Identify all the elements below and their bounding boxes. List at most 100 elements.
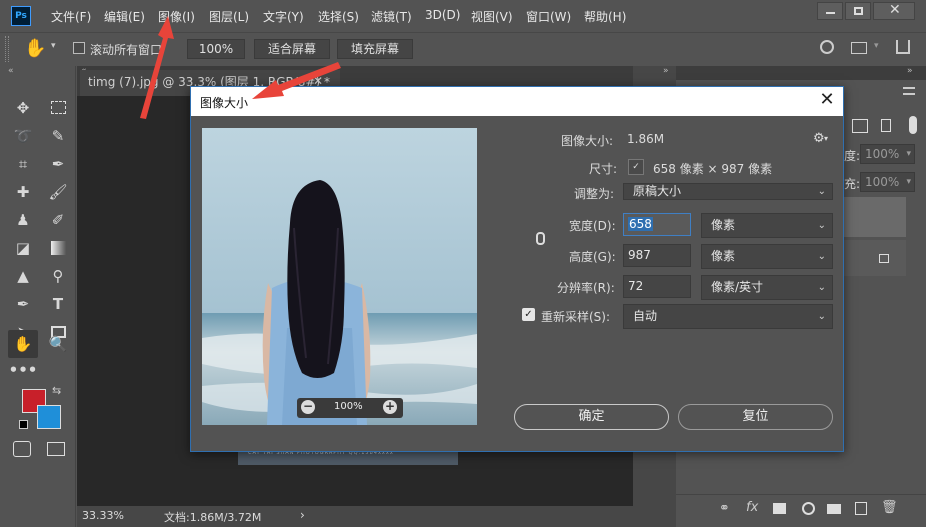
fx-icon[interactable]: fx <box>746 500 758 515</box>
photoshop-logo-icon[interactable]: Ps <box>11 6 31 26</box>
lock-artboard-icon[interactable] <box>881 119 891 132</box>
height-unit-dropdown[interactable]: 像素 ⌄ <box>701 244 833 269</box>
collapse-panels-icon[interactable]: » <box>907 66 913 76</box>
fit-to-dropdown[interactable]: 原稿大小 ⌄ <box>623 183 833 200</box>
zoom-percent-field[interactable]: 100% <box>187 39 245 59</box>
status-bar <box>77 506 633 527</box>
resolution-unit-dropdown[interactable]: 像素/英寸 ⌄ <box>701 275 833 300</box>
menu-help[interactable]: 帮助(H) <box>584 8 626 25</box>
image-size-value: 1.86M <box>627 132 665 146</box>
lock-all-icon[interactable] <box>909 116 917 134</box>
status-menu-arrow-icon[interactable]: › <box>300 508 305 522</box>
add-mask-icon[interactable] <box>773 503 786 514</box>
layer-row-background[interactable] <box>843 240 906 276</box>
restore-button[interactable] <box>845 2 871 20</box>
status-zoom[interactable]: 33.33% <box>82 509 124 522</box>
image-preview[interactable]: − 100% + <box>202 128 477 425</box>
marquee-tool-icon[interactable] <box>43 94 73 122</box>
dialog-title: 图像大小 <box>200 96 249 110</box>
link-layers-icon[interactable]: ⚭ <box>719 501 730 516</box>
menu-3d[interactable]: 3D(D) <box>425 8 460 22</box>
height-value: 987 <box>628 248 651 262</box>
height-input[interactable]: 987 <box>623 244 691 267</box>
zoom-out-icon[interactable]: − <box>301 400 315 414</box>
zoom-tool-icon[interactable]: 🔍 <box>43 330 73 358</box>
reset-button[interactable]: 复位 <box>678 404 833 430</box>
default-colors-icon[interactable] <box>19 420 28 429</box>
quick-select-tool-icon[interactable]: ✎ <box>43 122 73 150</box>
search-icon[interactable] <box>820 40 834 54</box>
dodge-tool-icon[interactable]: ⚲ <box>43 262 73 290</box>
dialog-close-icon[interactable]: ✕ <box>819 91 835 109</box>
swap-colors-icon[interactable]: ⇆ <box>52 384 61 397</box>
menu-layer[interactable]: 图层(L) <box>209 8 249 25</box>
menu-file[interactable]: 文件(F) <box>51 8 91 25</box>
healing-brush-tool-icon[interactable]: ✚ <box>8 178 38 206</box>
image-size-label: 图像大小: <box>561 134 614 148</box>
collapse-tools-icon[interactable]: « <box>8 66 14 76</box>
more-tools-icon[interactable]: ••• <box>8 356 38 384</box>
menu-filter[interactable]: 滤镜(T) <box>371 8 412 25</box>
clone-stamp-tool-icon[interactable]: ♟ <box>8 206 38 234</box>
close-window-button[interactable]: ✕ <box>873 2 915 20</box>
width-input[interactable]: 658 <box>623 213 691 236</box>
delete-layer-icon[interactable]: 🗑 <box>881 500 898 515</box>
lock-pixels-icon[interactable] <box>852 119 868 133</box>
blur-tool-icon[interactable]: ▲ <box>8 262 38 290</box>
fill-value: 100% <box>865 175 900 189</box>
screen-mode-icon[interactable] <box>47 442 65 456</box>
workspace-chevron-icon[interactable]: ▾ <box>874 41 879 51</box>
type-tool-icon[interactable]: T <box>43 290 73 318</box>
adjustment-layer-icon[interactable] <box>802 502 815 515</box>
layer-lock-icon <box>879 254 889 263</box>
eyedropper-tool-icon[interactable]: ✒ <box>43 150 73 178</box>
settings-gear-icon[interactable]: ⚙ <box>813 131 825 146</box>
panel-menu-icon[interactable] <box>903 87 915 95</box>
fill-screen-button[interactable]: 填充屏幕 <box>337 39 413 59</box>
new-group-icon[interactable] <box>827 504 841 514</box>
collapse-dock-icon[interactable]: » <box>663 66 669 76</box>
chevron-down-icon[interactable]: ▾ <box>51 41 56 51</box>
menu-window[interactable]: 窗口(W) <box>526 8 571 25</box>
menu-select[interactable]: 选择(S) <box>318 8 359 25</box>
crop-tool-icon[interactable]: ⌗ <box>8 150 38 178</box>
quick-mask-icon[interactable] <box>13 441 31 457</box>
pen-tool-icon[interactable]: ✒ <box>8 290 38 318</box>
minimize-button[interactable] <box>817 2 843 20</box>
lasso-tool-icon[interactable]: ➰ <box>8 122 38 150</box>
gradient-tool-icon[interactable] <box>43 234 73 262</box>
zoom-in-icon[interactable]: + <box>383 400 397 414</box>
width-unit-dropdown[interactable]: 像素 ⌄ <box>701 213 833 238</box>
background-color-swatch[interactable] <box>37 405 61 429</box>
fill-field[interactable]: 100% ▾ <box>860 172 915 192</box>
dimensions-unit-chevron-icon[interactable]: ✓ <box>628 159 644 175</box>
eraser-tool-icon[interactable]: ◪ <box>8 234 38 262</box>
hand-tool-preset-icon[interactable]: ✋ <box>24 38 46 59</box>
settings-chevron-icon[interactable]: ▾ <box>824 134 828 143</box>
history-brush-tool-icon[interactable]: ✐ <box>43 206 73 234</box>
new-layer-icon[interactable] <box>855 502 867 515</box>
opacity-field[interactable]: 100% ▾ <box>860 144 915 164</box>
ok-button[interactable]: 确定 <box>514 404 669 430</box>
scroll-all-windows-checkbox[interactable] <box>73 42 85 54</box>
constrain-proportions-link-icon[interactable] <box>536 232 545 245</box>
menu-type[interactable]: 文字(Y) <box>263 8 304 25</box>
menu-edit[interactable]: 编辑(E) <box>104 8 145 25</box>
resample-dropdown[interactable]: 自动 ⌄ <box>623 304 833 329</box>
width-unit-value: 像素 <box>711 218 736 232</box>
menu-image[interactable]: 图像(I) <box>158 8 195 25</box>
share-icon[interactable] <box>896 40 910 54</box>
layer-row-selected[interactable] <box>843 197 906 237</box>
scroll-all-windows-label: 滚动所有窗口 <box>90 43 163 57</box>
brush-tool-icon[interactable]: 🖌 <box>43 178 73 206</box>
chevron-down-icon: ⌄ <box>817 186 826 197</box>
fit-screen-button[interactable]: 适合屏幕 <box>254 39 330 59</box>
resample-checkbox[interactable]: ✓ <box>522 308 535 321</box>
workspace-icon[interactable] <box>851 42 867 54</box>
hand-tool-icon[interactable]: ✋ <box>8 330 38 358</box>
resolution-input[interactable]: 72 <box>623 275 691 298</box>
resolution-value: 72 <box>628 279 644 293</box>
preview-photo <box>202 128 477 425</box>
menu-view[interactable]: 视图(V) <box>471 8 513 25</box>
move-tool-icon[interactable]: ✥ <box>8 94 38 122</box>
